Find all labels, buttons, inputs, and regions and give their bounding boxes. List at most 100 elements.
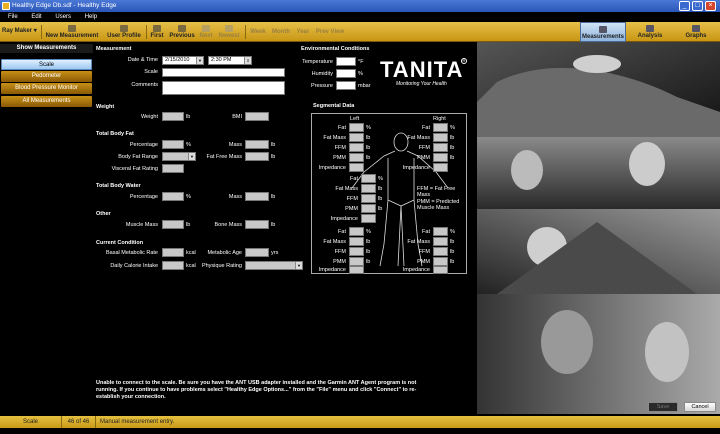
right-leg-impedance-field[interactable] xyxy=(433,266,448,274)
bmi-field[interactable] xyxy=(245,112,269,121)
trunk-pmm-field[interactable] xyxy=(361,204,376,213)
left-arm-fat-field[interactable] xyxy=(349,123,364,132)
month-button[interactable]: Month xyxy=(270,22,292,42)
left-leg-fat-mass-field[interactable] xyxy=(349,237,364,246)
muscle-mass-field[interactable] xyxy=(162,220,184,229)
right-leg-pmm-label: PMM xyxy=(417,259,430,265)
newest-icon xyxy=(225,25,233,32)
chevron-down-icon[interactable]: ▼ xyxy=(196,57,203,64)
bone-mass-label: Bone Mass xyxy=(214,222,242,228)
fat-percentage-field[interactable] xyxy=(162,140,184,149)
water-mass-unit: lb xyxy=(271,194,276,200)
scale-field[interactable] xyxy=(162,68,285,77)
left-leg-pmm-field[interactable] xyxy=(349,257,364,266)
date-picker[interactable]: 2/15/2010 ▼ xyxy=(162,56,204,65)
physique-rating-select[interactable]: ▼ xyxy=(245,261,303,270)
year-button[interactable]: Year xyxy=(294,22,312,42)
prev-view-button[interactable]: Prev View xyxy=(314,22,346,42)
minimize-icon[interactable]: _ xyxy=(679,1,690,11)
body-fat-range-select[interactable]: ▼ xyxy=(162,152,196,161)
next-button[interactable]: Next xyxy=(198,22,214,42)
window-title: Healthy Edge Db.sdf - Healthy Edge xyxy=(12,2,117,9)
right-arm-fat-field[interactable] xyxy=(433,123,448,132)
menu-file[interactable]: File xyxy=(8,14,18,20)
fat-percentage-label: Percentage xyxy=(129,142,158,148)
left-leg-ffm-unit: lb xyxy=(366,249,371,255)
previous-button[interactable]: Previous xyxy=(168,22,196,42)
left-arm-impedance-field[interactable] xyxy=(349,163,364,172)
menu-bar: File Edit Users Help xyxy=(0,12,720,22)
water-percentage-field[interactable] xyxy=(162,192,184,201)
calorie-intake-field[interactable] xyxy=(162,261,184,270)
right-leg-pmm-field[interactable] xyxy=(433,257,448,266)
tab-measurements[interactable]: Measurements xyxy=(580,22,626,42)
status-record: 46 of 46 xyxy=(62,416,96,428)
visceral-fat-field[interactable] xyxy=(162,164,184,173)
sidebar-item-scale[interactable]: Scale xyxy=(1,59,92,70)
first-button[interactable]: First xyxy=(148,22,166,42)
left-arm-pmm-field[interactable] xyxy=(349,153,364,162)
menu-users[interactable]: Users xyxy=(55,14,71,20)
right-arm-ffm-field[interactable] xyxy=(433,143,448,152)
trunk-fat-mass-field[interactable] xyxy=(361,184,376,193)
cancel-button[interactable]: Cancel xyxy=(684,402,716,412)
newest-button[interactable]: Newest xyxy=(216,22,242,42)
right-leg-fat-mass-field[interactable] xyxy=(433,237,448,246)
right-arm-pmm-field[interactable] xyxy=(433,153,448,162)
sidebar-item-pedometer[interactable]: Pedometer xyxy=(1,71,92,82)
time-picker[interactable]: 2:30 PM ⇕ xyxy=(208,56,252,65)
fat-mass-field[interactable] xyxy=(245,140,269,149)
left-leg-fat-field[interactable] xyxy=(349,227,364,236)
fat-free-mass-unit: lb xyxy=(271,154,276,160)
year-label: Year xyxy=(296,29,310,35)
metabolic-age-field[interactable] xyxy=(245,248,269,257)
comments-field[interactable] xyxy=(162,81,285,95)
calorie-intake-label: Daily Calorie Intake xyxy=(110,263,158,269)
pressure-field[interactable] xyxy=(336,81,356,90)
trunk-impedance-field[interactable] xyxy=(361,214,376,223)
bone-mass-field[interactable] xyxy=(245,220,269,229)
menu-edit[interactable]: Edit xyxy=(31,14,41,20)
tab-graphs-label: Graphs xyxy=(685,33,707,39)
left-arm-fat-mass-field[interactable] xyxy=(349,133,364,142)
user-selector[interactable]: Ray Maker ▾ xyxy=(2,22,40,42)
right-arm-impedance-field[interactable] xyxy=(433,163,448,172)
ffm-legend: FFM = Fat Free Mass xyxy=(417,186,456,198)
sidebar-item-all[interactable]: All Measurements xyxy=(1,96,92,107)
right-leg-fat-field[interactable] xyxy=(433,227,448,236)
measurements-icon xyxy=(599,26,607,33)
left-arm-ffm-field[interactable] xyxy=(349,143,364,152)
week-button[interactable]: Week xyxy=(248,22,268,42)
first-label: First xyxy=(150,33,164,39)
new-measurement-button[interactable]: New Measurement xyxy=(44,22,100,42)
pressure-unit: mbar xyxy=(358,83,371,89)
tab-analysis[interactable]: Analysis xyxy=(628,22,672,42)
sidebar-item-blood-pressure[interactable]: Blood Pressure Monitor xyxy=(1,83,92,94)
tab-graphs[interactable]: Graphs xyxy=(674,22,718,42)
spinner-icon[interactable]: ⇕ xyxy=(244,57,251,64)
bmr-field[interactable] xyxy=(162,248,184,257)
user-profile-button[interactable]: User Profile xyxy=(104,22,144,42)
right-leg-ffm-field[interactable] xyxy=(433,247,448,256)
menu-help[interactable]: Help xyxy=(85,14,97,20)
close-icon[interactable]: × xyxy=(705,1,716,11)
weight-field[interactable] xyxy=(162,112,184,121)
water-percentage-unit: % xyxy=(186,194,191,200)
right-leg-fat-unit: % xyxy=(450,229,455,235)
save-button[interactable]: Save xyxy=(648,402,678,412)
maximize-icon[interactable]: □ xyxy=(692,1,703,11)
trunk-fat-field[interactable] xyxy=(361,174,376,183)
humidity-field[interactable] xyxy=(336,69,356,78)
fat-mass-unit: lb xyxy=(271,142,276,148)
week-label: Week xyxy=(250,29,266,35)
water-mass-field[interactable] xyxy=(245,192,269,201)
other-heading: Other xyxy=(96,211,111,217)
left-leg-impedance-field[interactable] xyxy=(349,266,364,274)
left-leg-ffm-field[interactable] xyxy=(349,247,364,256)
right-arm-fat-mass-field[interactable] xyxy=(433,133,448,142)
trunk-ffm-field[interactable] xyxy=(361,194,376,203)
fat-free-mass-field[interactable] xyxy=(245,152,269,161)
fat-free-mass-label: Fat Free Mass xyxy=(206,154,242,160)
left-arm-fat-mass-unit: lb xyxy=(366,135,371,141)
temperature-field[interactable] xyxy=(336,57,356,66)
